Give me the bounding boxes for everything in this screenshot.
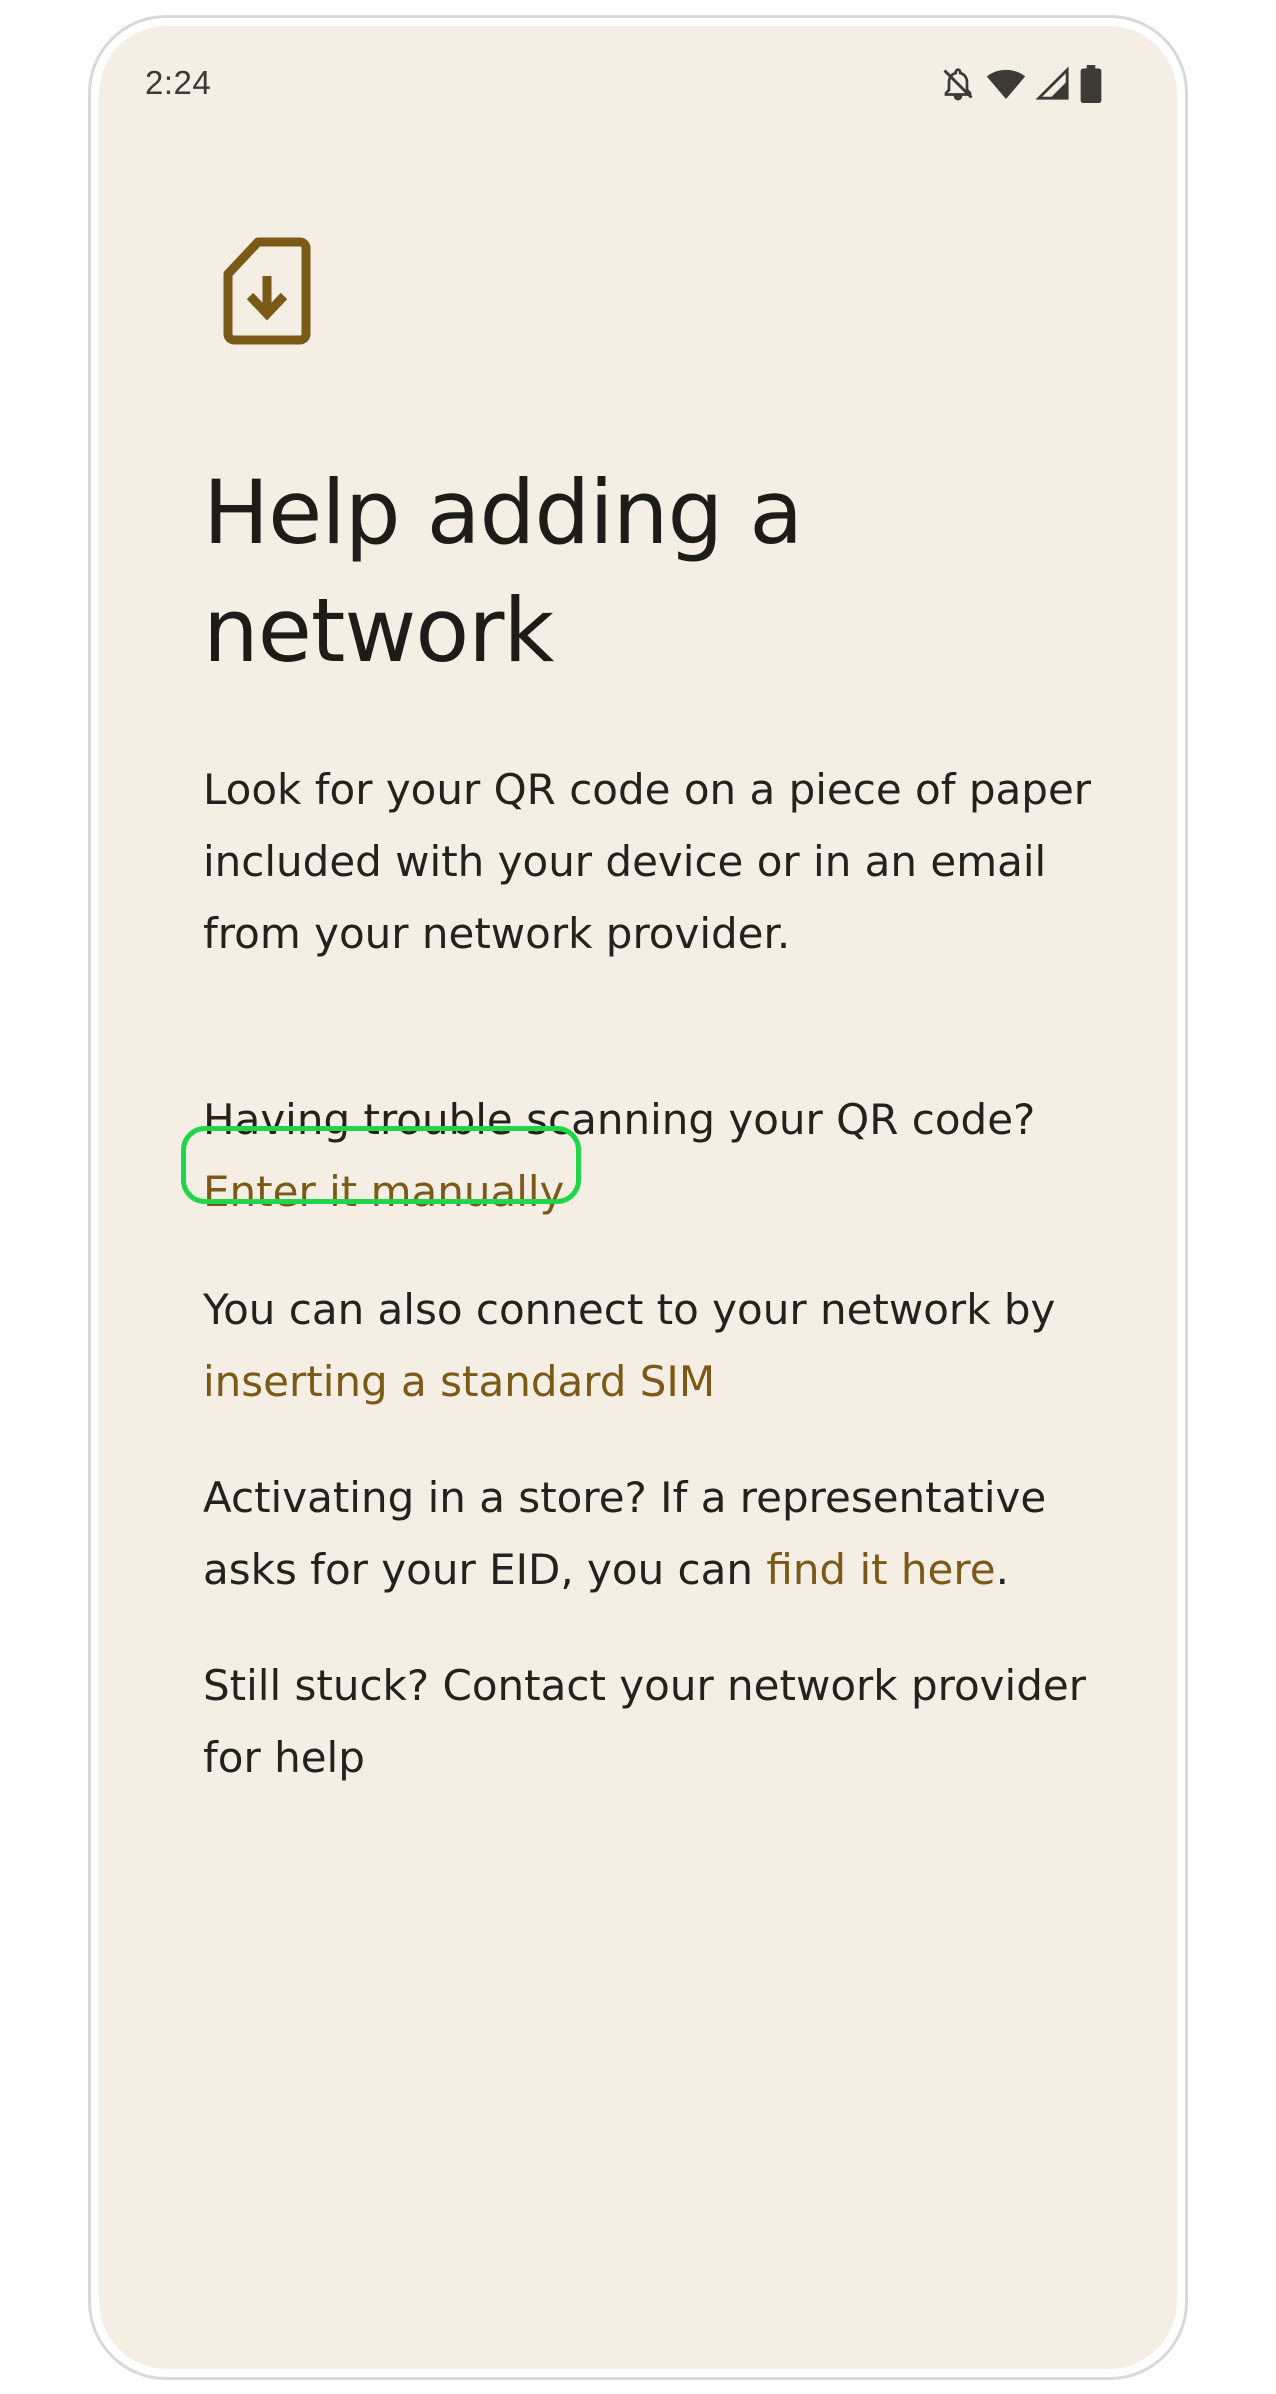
status-bar: 2:24 [99,26,1177,136]
sim-text: You can also connect to your network by [203,1285,1056,1334]
notifications-off-icon [940,65,976,103]
store-paragraph: Activating in a store? If a representati… [203,1462,1123,1606]
screen: 2:24 Help adding a network Look for your… [99,26,1177,2369]
page-title: Help adding a network [203,461,803,682]
esim-download-icon [222,236,312,346]
trouble-text: Having trouble scanning your QR code? [203,1095,1036,1144]
wifi-icon [986,66,1026,102]
trouble-paragraph: Having trouble scanning your QR code? En… [203,1084,1123,1228]
find-eid-link[interactable]: find it here [766,1545,995,1594]
enter-manually-link[interactable]: Enter it manually [203,1156,564,1228]
stuck-text: Still stuck? Contact your network provid… [203,1661,1086,1782]
cellular-signal-icon [1036,67,1070,101]
intro-text: Look for your QR code on a piece of pape… [203,765,1092,958]
store-text-end: . [995,1545,1009,1594]
status-icons [940,64,1102,104]
insert-sim-link[interactable]: inserting a standard SIM [203,1357,715,1406]
sim-paragraph: You can also connect to your network by … [203,1274,1123,1418]
status-time: 2:24 [145,64,212,101]
battery-icon [1080,65,1102,103]
